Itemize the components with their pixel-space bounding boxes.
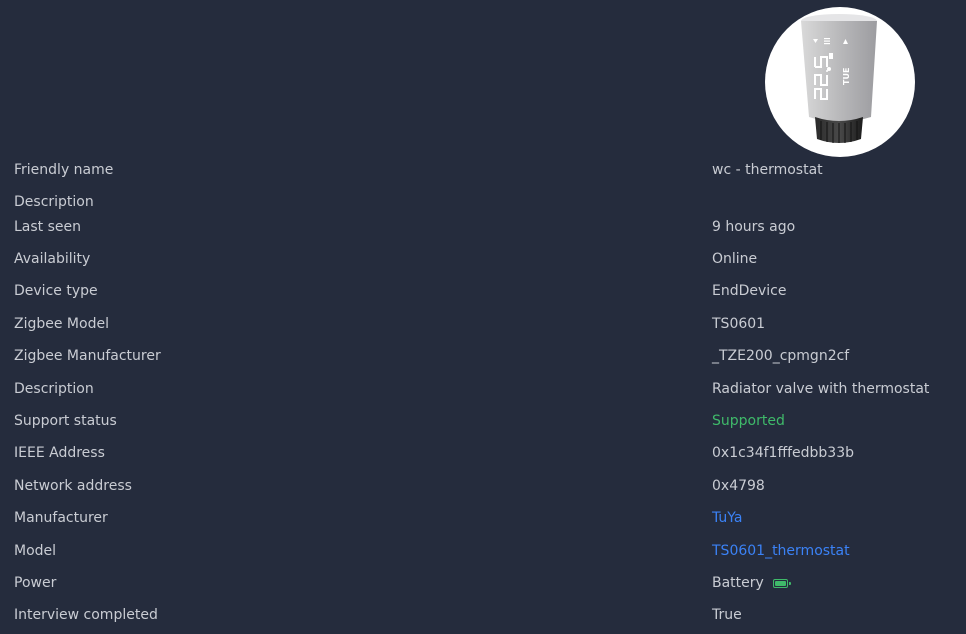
row-label: Availability — [14, 251, 91, 267]
battery-icon — [772, 578, 791, 588]
row-value: _TZE200_cpmgn2cf — [712, 348, 850, 364]
thermostat-valve-icon: TUE — [801, 14, 877, 143]
row-value: Radiator valve with thermostat — [712, 381, 930, 397]
row-label: Interview completed — [14, 607, 158, 623]
device-image: TUE — [765, 7, 915, 157]
row-model-description: Description Radiator valve with thermost… — [0, 378, 966, 400]
row-manufacturer: Manufacturer TuYa — [0, 507, 966, 529]
row-label: Zigbee Manufacturer — [14, 348, 161, 364]
row-value: True — [712, 607, 742, 623]
row-label: Last seen — [14, 219, 82, 235]
row-label: Network address — [14, 478, 132, 494]
row-interview-completed: Interview completed True — [0, 604, 966, 626]
row-ieee-address: IEEE Address 0x1c34f1fffedbb33b — [0, 442, 966, 464]
support-status-value: Supported — [712, 413, 785, 429]
row-label: Zigbee Model — [14, 316, 109, 332]
manufacturer-link[interactable]: TuYa — [712, 507, 743, 529]
row-zigbee-manufacturer: Zigbee Manufacturer _TZE200_cpmgn2cf — [0, 345, 966, 367]
row-value-container: TuYa — [712, 507, 743, 529]
row-label: Power — [14, 575, 57, 591]
row-label: Device type — [14, 283, 98, 299]
device-info-panel: TUE Friendly name wc - thermostat Descri… — [0, 0, 966, 634]
row-device-type: Device type EndDevice — [0, 280, 966, 302]
row-zigbee-model: Zigbee Model TS0601 — [0, 313, 966, 335]
row-label: Description — [14, 194, 94, 210]
row-value: 0x4798 — [712, 478, 765, 494]
row-network-address: Network address 0x4798 — [0, 475, 966, 497]
row-support-status: Support status Supported — [0, 410, 966, 432]
model-link[interactable]: TS0601_thermostat — [712, 540, 850, 562]
row-value: wc - thermostat — [712, 162, 823, 178]
row-availability: Availability Online — [0, 248, 966, 270]
row-last-seen: Last seen 9 hours ago — [0, 216, 966, 238]
row-description: Description — [0, 191, 966, 213]
row-value: Online — [712, 251, 758, 267]
row-label: Manufacturer — [14, 510, 108, 526]
row-power: Power Battery — [0, 572, 966, 594]
row-value: TS0601 — [712, 316, 766, 332]
row-value: 9 hours ago — [712, 219, 796, 235]
row-value-container: TS0601_thermostat — [712, 540, 850, 562]
row-friendly-name: Friendly name wc - thermostat — [0, 159, 966, 181]
row-model: Model TS0601_thermostat — [0, 540, 966, 562]
row-value[interactable]: 0x1c34f1fffedbb33b — [712, 442, 854, 464]
row-value-container: Battery — [712, 572, 791, 594]
row-value: EndDevice — [712, 283, 787, 299]
row-label: Friendly name — [14, 162, 114, 178]
row-label: Description — [14, 381, 94, 397]
power-source-text: Battery — [712, 575, 764, 591]
svg-text:TUE: TUE — [842, 68, 851, 85]
row-label: IEEE Address — [14, 445, 105, 461]
row-label: Support status — [14, 413, 117, 429]
row-label: Model — [14, 543, 57, 559]
